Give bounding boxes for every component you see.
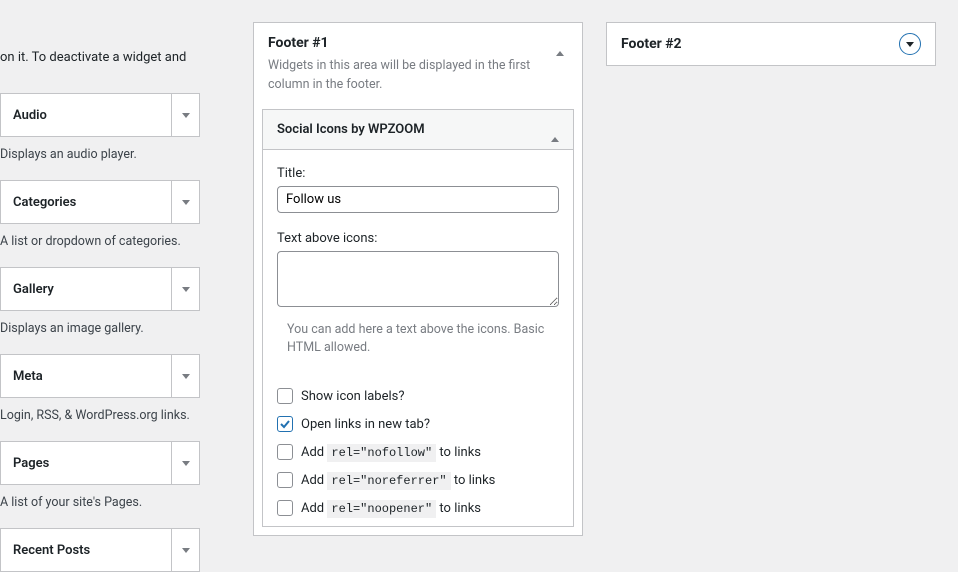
widget-name: Social Icons by WPZOOM (277, 122, 425, 137)
widget-desc: A list of your site's Pages. (0, 485, 200, 528)
widget-desc: A list or dropdown of categories. (0, 224, 200, 267)
widget-desc: Displays an image gallery. (0, 311, 200, 354)
widget-header[interactable]: Social Icons by WPZOOM (263, 110, 573, 150)
text-above-label: Text above icons: (277, 231, 559, 246)
text-above-help: You can add here a text above the icons.… (277, 311, 559, 367)
widget-title: Categories (13, 195, 76, 210)
sidebar-footer-1: Footer #1 Widgets in this area will be d… (253, 22, 583, 536)
sidebar-description: Widgets in this area will be displayed i… (254, 57, 582, 109)
widget-desc: Login, RSS, & WordPress.org links. (0, 398, 200, 441)
noopener-checkbox[interactable] (277, 500, 293, 516)
show-labels-label: Show icon labels? (301, 389, 405, 404)
widget-title: Meta (13, 369, 43, 384)
widget-title: Recent Posts (13, 543, 90, 558)
widget-social-icons: Social Icons by WPZOOM Title: Text above… (262, 109, 574, 528)
help-text: on it. To deactivate a widget and (0, 50, 200, 93)
available-widget-pages[interactable]: Pages (0, 441, 200, 485)
collapse-icon[interactable] (556, 36, 564, 51)
widget-title: Gallery (13, 282, 54, 297)
show-labels-checkbox[interactable] (277, 388, 293, 404)
collapse-icon[interactable] (551, 122, 559, 137)
title-label: Title: (277, 166, 559, 181)
expand-icon[interactable] (171, 442, 199, 484)
available-widget-gallery[interactable]: Gallery (0, 267, 200, 311)
expand-icon[interactable] (171, 181, 199, 223)
sidebar-title: Footer #1 (268, 35, 329, 51)
sidebar-footer-2[interactable]: Footer #2 (606, 22, 936, 66)
available-widget-audio[interactable]: Audio (0, 93, 200, 137)
expand-icon[interactable] (171, 94, 199, 136)
sidebar-title: Footer #2 (621, 36, 682, 52)
nofollow-label: Add rel="nofollow" to links (301, 445, 481, 460)
expand-icon[interactable] (171, 529, 199, 571)
new-tab-label: Open links in new tab? (301, 417, 430, 432)
available-widget-meta[interactable]: Meta (0, 354, 200, 398)
text-above-textarea[interactable] (277, 251, 559, 307)
expand-toggle-icon[interactable] (899, 33, 921, 55)
new-tab-checkbox[interactable] (277, 416, 293, 432)
widget-title: Pages (13, 456, 49, 471)
available-widget-recent-posts[interactable]: Recent Posts (0, 528, 200, 572)
title-input[interactable] (277, 186, 559, 213)
expand-icon[interactable] (171, 355, 199, 397)
available-widget-categories[interactable]: Categories (0, 180, 200, 224)
noopener-label: Add rel="noopener" to links (301, 501, 481, 516)
nofollow-checkbox[interactable] (277, 444, 293, 460)
expand-icon[interactable] (171, 268, 199, 310)
noreferrer-label: Add rel="noreferrer" to links (301, 473, 495, 488)
noreferrer-checkbox[interactable] (277, 472, 293, 488)
widget-title: Audio (13, 108, 47, 123)
widget-desc: Displays an audio player. (0, 137, 200, 180)
